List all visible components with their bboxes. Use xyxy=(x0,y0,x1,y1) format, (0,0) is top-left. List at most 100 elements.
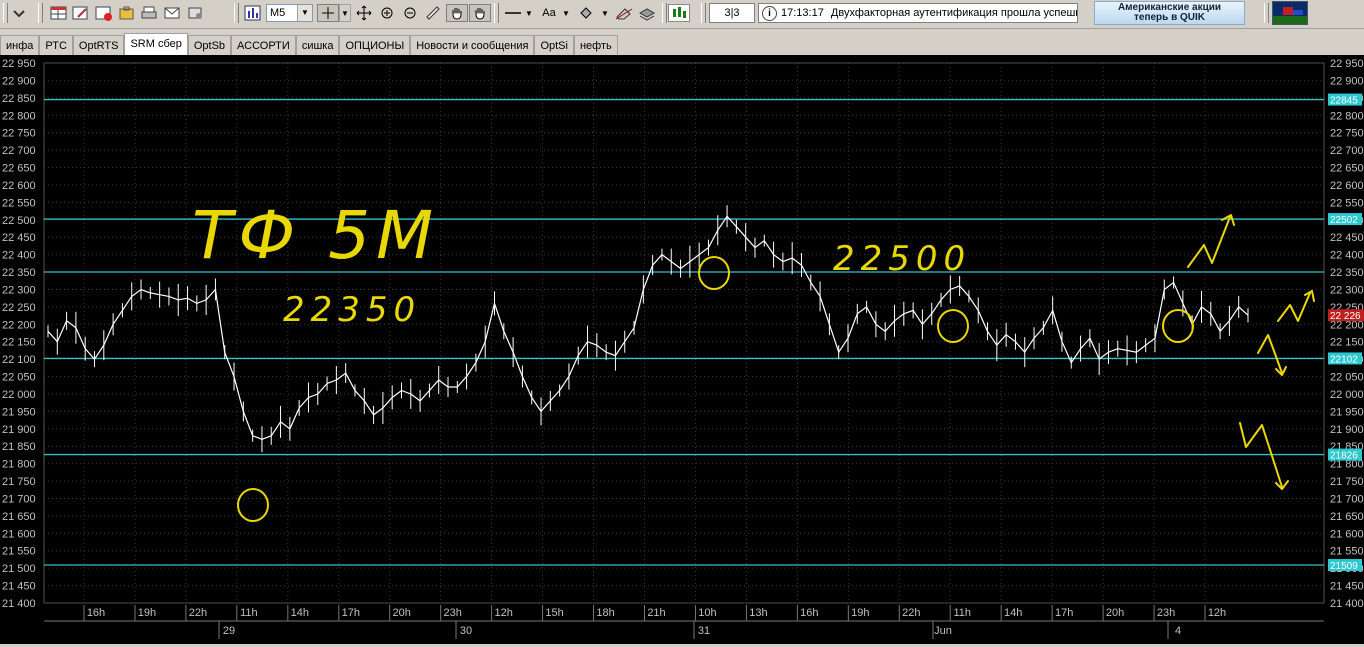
y-tick-label-left: 22 750 xyxy=(2,128,36,140)
x-hour-label: 16h xyxy=(800,607,818,619)
tab-1[interactable]: РТС xyxy=(39,35,73,55)
chevron-down-icon[interactable]: ▼ xyxy=(297,5,312,21)
y-tick-label-left: 22 800 xyxy=(2,110,36,122)
tab-bar: инфа РТС OptRTS SRM сбер OptSb АССОРТИ сишка ОП… xyxy=(0,33,618,55)
chevron-down-icon[interactable]: ▼ xyxy=(339,4,351,22)
toolbar-grip[interactable] xyxy=(494,3,499,23)
y-tick-label-left: 21 600 xyxy=(2,528,36,540)
y-tick-label-right: 22 600 xyxy=(1330,180,1364,192)
chevron-down-icon[interactable] xyxy=(11,4,27,22)
y-tick-label-right: 22 300 xyxy=(1330,284,1364,296)
x-hour-label: 10h xyxy=(698,607,716,619)
fill-icon[interactable] xyxy=(578,4,594,22)
zoom-out-icon[interactable] xyxy=(402,4,418,22)
y-tick-label-left: 21 450 xyxy=(2,581,36,593)
y-tick-label-right: 22 400 xyxy=(1330,250,1364,262)
level-label: 21826 xyxy=(1330,451,1358,462)
x-hour-label: 14h xyxy=(291,607,309,619)
toolbar-grip[interactable] xyxy=(701,3,706,23)
line-style-icon[interactable] xyxy=(502,4,524,22)
y-tick-label-right: 21 600 xyxy=(1330,528,1364,540)
y-tick-label-right: 22 450 xyxy=(1330,232,1364,244)
y-tick-label-left: 22 850 xyxy=(2,93,36,105)
ruler-icon[interactable] xyxy=(425,4,441,22)
y-tick-label-left: 22 200 xyxy=(2,319,36,331)
status-bar[interactable]: i 17:13:17 Двухфакторная аутентификация … xyxy=(758,3,1078,23)
x-hour-label: 17h xyxy=(342,607,360,619)
tab-9[interactable]: OptSi xyxy=(534,35,574,55)
eraser-icon[interactable] xyxy=(615,4,633,22)
y-tick-label-left: 22 550 xyxy=(2,197,36,209)
candles-icon[interactable] xyxy=(668,4,690,22)
portfolio-icon[interactable] xyxy=(118,4,136,22)
settings-icon[interactable] xyxy=(187,4,205,22)
table-icon[interactable] xyxy=(50,4,68,22)
x-hour-label: 23h xyxy=(1157,607,1175,619)
layers-icon[interactable] xyxy=(638,4,656,22)
x-hour-label: 13h xyxy=(749,607,767,619)
tab-8[interactable]: Новости и сообщения xyxy=(410,35,535,55)
x-hour-label: 11h xyxy=(953,607,971,619)
tab-0[interactable]: инфа xyxy=(0,35,40,55)
tab-5[interactable]: АССОРТИ xyxy=(231,35,296,55)
level-label: 22102 xyxy=(1330,354,1358,365)
x-day-label: 31 xyxy=(698,625,710,637)
toolbar-grip[interactable] xyxy=(1264,3,1269,23)
y-tick-label-left: 22 100 xyxy=(2,354,36,366)
x-hour-label: 19h xyxy=(138,607,156,619)
y-tick-label-left: 21 750 xyxy=(2,476,36,488)
move-icon[interactable] xyxy=(356,4,372,22)
chart-type-icon[interactable] xyxy=(244,4,262,22)
delete-table-icon[interactable] xyxy=(95,4,113,22)
tab-4[interactable]: OptSb xyxy=(187,35,232,55)
level-label: 21509 xyxy=(1330,561,1358,572)
quik-logo-icon[interactable] xyxy=(1272,1,1308,25)
y-tick-label-right: 21 900 xyxy=(1330,424,1364,436)
interval-select[interactable]: M5 ▼ xyxy=(266,4,313,22)
print-icon[interactable] xyxy=(141,4,159,22)
price-chart[interactable]: 22 95022 95022 90022 90022 85022 85022 8… xyxy=(0,55,1364,644)
tab-2[interactable]: OptRTS xyxy=(72,35,125,55)
x-day-label: Jun xyxy=(934,625,952,637)
annotation-circle xyxy=(937,309,969,343)
annotation-circle xyxy=(698,256,730,290)
y-tick-label-left: 22 000 xyxy=(2,389,36,401)
ad-banner[interactable]: Американские акции теперь в QUIK xyxy=(1094,1,1245,25)
chevron-down-icon[interactable]: ▼ xyxy=(525,4,533,22)
toolbar-grip[interactable] xyxy=(662,3,667,23)
y-tick-label-left: 22 400 xyxy=(2,250,36,262)
y-tick-label-left: 22 350 xyxy=(2,267,36,279)
toolbar-grip[interactable] xyxy=(38,3,43,23)
zoom-in-icon[interactable] xyxy=(379,4,395,22)
chevron-down-icon[interactable]: ▼ xyxy=(562,4,570,22)
hand-icon[interactable] xyxy=(446,4,468,22)
chart-panel[interactable]: 22 95022 95022 90022 90022 85022 85022 8… xyxy=(0,55,1364,644)
tab-7[interactable]: ОПЦИОНЫ xyxy=(339,35,411,55)
tab-3[interactable]: SRM сбер xyxy=(124,33,188,55)
annotation-arrow xyxy=(1277,290,1315,322)
font-button[interactable]: Aa xyxy=(540,4,558,22)
y-tick-label-left: 22 450 xyxy=(2,232,36,244)
y-tick-label-right: 22 800 xyxy=(1330,110,1364,122)
x-day-label: 30 xyxy=(460,625,472,637)
x-hour-label: 19h xyxy=(851,607,869,619)
y-tick-label-right: 22 350 xyxy=(1330,267,1364,279)
crosshair-icon[interactable] xyxy=(317,4,339,22)
tab-10[interactable]: нефть xyxy=(573,35,618,55)
y-tick-label-right: 22 650 xyxy=(1330,163,1364,175)
y-tick-label-left: 22 950 xyxy=(2,58,36,70)
toolbar-grip[interactable] xyxy=(3,3,8,23)
y-tick-label-left: 22 300 xyxy=(2,284,36,296)
y-tick-label-left: 21 900 xyxy=(2,424,36,436)
y-tick-label-left: 22 500 xyxy=(2,215,36,227)
mail-icon[interactable] xyxy=(164,4,182,22)
x-hour-label: 17h xyxy=(1055,607,1073,619)
toolbar-grip[interactable] xyxy=(234,3,239,23)
y-tick-label-right: 22 900 xyxy=(1330,75,1364,87)
edit-table-icon[interactable] xyxy=(72,4,90,22)
grab-icon[interactable] xyxy=(469,4,491,22)
tab-6[interactable]: сишка xyxy=(295,35,340,55)
y-tick-label-left: 22 700 xyxy=(2,145,36,157)
chevron-down-icon[interactable]: ▼ xyxy=(601,4,609,22)
y-tick-label-left: 21 650 xyxy=(2,511,36,523)
